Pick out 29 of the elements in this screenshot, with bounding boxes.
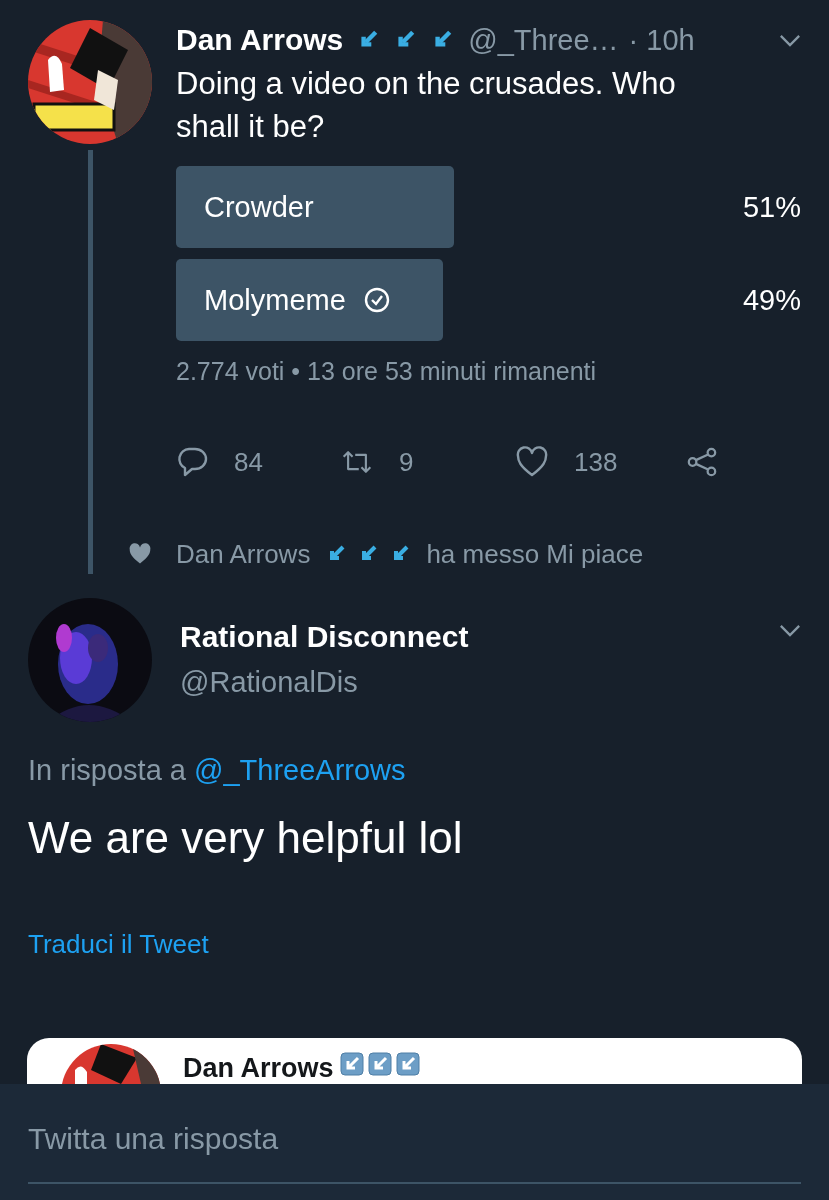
poll-option-label: Crowder <box>204 190 314 224</box>
translate-link[interactable]: Traduci il Tweet <box>28 929 209 960</box>
share-icon[interactable] <box>686 446 718 478</box>
action-count: 9 <box>399 446 414 478</box>
author-handle[interactable]: @RationalDis <box>180 666 469 699</box>
poll-option-label: Molymeme <box>204 283 346 317</box>
chevron-down-icon[interactable] <box>779 33 801 47</box>
tweet-text: Doing a video on the crusades. Who shall it be? <box>176 65 677 146</box>
author-handle[interactable]: @_Three… <box>468 23 619 57</box>
action-count: 138 <box>574 446 618 478</box>
liker-name[interactable]: Dan Arrows <box>176 538 311 570</box>
poll-percent: 49% <box>741 283 801 317</box>
in-reply-label: In risposta a <box>28 754 186 787</box>
heart-icon[interactable] <box>516 446 548 478</box>
poll-percent: 51% <box>741 190 801 224</box>
quoted-tweet-card[interactable]: Dan Arrows <box>27 1038 802 1084</box>
poll-summary: 2.774 voti • 13 ore 53 minuti rimanenti <box>176 357 598 386</box>
chevron-down-icon[interactable] <box>779 624 801 637</box>
liked-text: ha messo Mi piace <box>426 538 644 570</box>
action-count: 84 <box>234 446 263 478</box>
mention-link[interactable]: @_ThreeArrows <box>194 754 406 787</box>
author-name[interactable]: Dan Arrows <box>176 23 344 57</box>
reply-composer[interactable]: Twitta una risposta <box>0 1084 829 1200</box>
reply-text: We are very helpful lol <box>27 812 464 863</box>
author-name: Dan Arrows <box>183 1052 334 1084</box>
tweet-time: · 10h <box>628 23 695 57</box>
heart-icon <box>128 543 152 565</box>
author-name[interactable]: Rational Disconnect <box>180 620 469 654</box>
reply-icon[interactable] <box>176 446 208 478</box>
